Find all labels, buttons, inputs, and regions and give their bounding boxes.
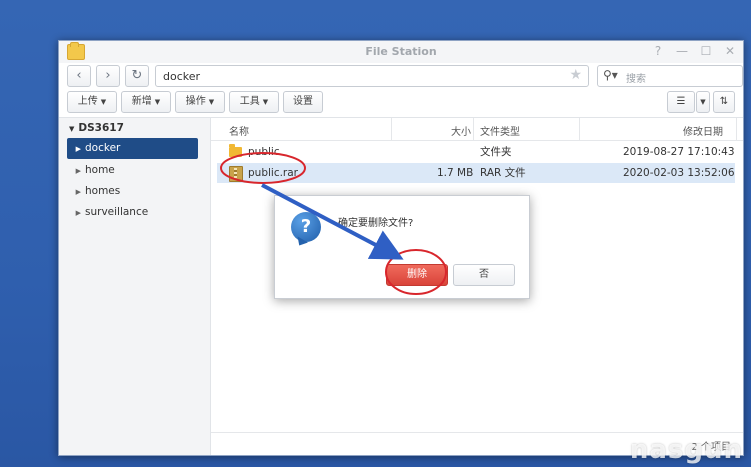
navigation-bar: ‹ › ↻ docker ★ ⚲▾ 搜索 bbox=[67, 65, 743, 87]
help-icon[interactable]: ? bbox=[651, 44, 665, 58]
caret-down-icon: ▼ bbox=[69, 125, 75, 133]
sidebar-item-label: surveillance bbox=[85, 206, 149, 218]
file-type: 文件夹 bbox=[480, 146, 512, 158]
question-icon: ? bbox=[291, 212, 321, 242]
settings-button[interactable]: 设置 bbox=[283, 91, 323, 113]
window-controls: ? — ☐ ✕ bbox=[651, 44, 737, 58]
minimize-icon[interactable]: — bbox=[675, 44, 689, 58]
create-label: 新增 bbox=[131, 96, 152, 107]
column-modified[interactable]: 修改日期 bbox=[683, 123, 723, 138]
file-type: RAR 文件 bbox=[480, 167, 526, 179]
list-view-icon: ☰ bbox=[676, 96, 686, 107]
caret-down-icon: ▼ bbox=[208, 98, 215, 106]
maximize-icon[interactable]: ☐ bbox=[699, 44, 713, 58]
sidebar-item-label: docker bbox=[85, 142, 121, 154]
column-type[interactable]: 文件类型 bbox=[480, 123, 520, 138]
sidebar-item-label: homes bbox=[85, 185, 121, 197]
column-divider[interactable] bbox=[579, 118, 580, 140]
search-input[interactable]: ⚲▾ 搜索 bbox=[597, 65, 743, 87]
caret-right-icon: ▶ bbox=[75, 167, 81, 175]
delete-button[interactable]: 删除 bbox=[386, 264, 448, 286]
caret-right-icon: ▶ bbox=[75, 145, 81, 153]
settings-label: 设置 bbox=[293, 96, 313, 107]
watermark-logo: nasgun bbox=[629, 435, 743, 465]
folder-icon bbox=[229, 144, 242, 157]
caret-right-icon: ▶ bbox=[75, 188, 81, 196]
caret-down-icon: ▼ bbox=[262, 98, 269, 106]
window-title: File Station bbox=[365, 45, 437, 58]
rar-file-icon bbox=[229, 166, 243, 182]
caret-down-icon: ▼ bbox=[154, 98, 161, 106]
sort-button[interactable]: ⇅ bbox=[713, 91, 735, 113]
refresh-icon: ↻ bbox=[131, 68, 143, 83]
column-size[interactable]: 大小 bbox=[451, 123, 471, 138]
cancel-button[interactable]: 否 bbox=[453, 264, 515, 286]
title-bar: File Station ? — ☐ ✕ bbox=[59, 41, 743, 63]
confirm-delete-dialog: ? 确定要删除文件? 删除 否 bbox=[274, 195, 530, 299]
table-row[interactable]: public 文件夹 2019-08-27 17:10:43 bbox=[217, 142, 735, 162]
view-options-button[interactable]: ▼ bbox=[696, 91, 710, 113]
column-divider[interactable] bbox=[473, 118, 474, 140]
caret-down-icon: ▼ bbox=[100, 98, 107, 106]
view-list-button[interactable]: ☰ bbox=[667, 91, 695, 113]
column-divider[interactable] bbox=[391, 118, 392, 140]
tools-button[interactable]: 工具 ▼ bbox=[229, 91, 279, 113]
search-placeholder: 搜索 bbox=[626, 74, 646, 85]
column-divider[interactable] bbox=[736, 118, 737, 140]
create-button[interactable]: 新增 ▼ bbox=[121, 91, 171, 113]
sidebar-item-label: home bbox=[85, 164, 115, 176]
file-name: public.rar bbox=[248, 167, 298, 179]
sidebar-item-docker[interactable]: ▶ docker bbox=[67, 138, 198, 159]
file-list-header: 名称 大小 文件类型 修改日期 bbox=[211, 118, 743, 141]
upload-button[interactable]: 上传 ▼ bbox=[67, 91, 117, 113]
tree-root-label: DS3617 bbox=[78, 122, 124, 134]
caret-right-icon: ▶ bbox=[75, 209, 81, 217]
file-modified: 2019-08-27 17:10:43 bbox=[623, 146, 735, 158]
chevron-left-icon: ‹ bbox=[76, 68, 82, 83]
favorite-star-icon[interactable]: ★ bbox=[569, 67, 582, 83]
sidebar-item-surveillance[interactable]: ▶ surveillance bbox=[67, 202, 198, 223]
folder-tree: ▼ DS3617 ▶ docker ▶ home ▶ homes ▶ surveillan… bbox=[59, 118, 211, 455]
chevron-right-icon: › bbox=[105, 68, 111, 83]
tools-label: 工具 bbox=[239, 96, 260, 107]
refresh-button[interactable]: ↻ bbox=[125, 65, 149, 87]
column-name[interactable]: 名称 bbox=[229, 123, 249, 138]
path-text: docker bbox=[163, 70, 201, 83]
search-icon[interactable]: ⚲▾ bbox=[603, 68, 618, 82]
action-button[interactable]: 操作 ▼ bbox=[175, 91, 225, 113]
table-row[interactable]: public.rar 1.7 MB RAR 文件 2020-02-03 13:5… bbox=[217, 163, 735, 183]
sidebar-item-homes[interactable]: ▶ homes bbox=[67, 181, 198, 202]
file-modified: 2020-02-03 13:52:06 bbox=[623, 167, 735, 179]
forward-button[interactable]: › bbox=[96, 65, 120, 87]
close-icon[interactable]: ✕ bbox=[723, 44, 737, 58]
upload-label: 上传 bbox=[77, 96, 98, 107]
toolbar: 上传 ▼ 新增 ▼ 操作 ▼ 工具 ▼ 设置 ☰ ▼ ⇅ bbox=[67, 91, 735, 113]
dialog-message: 确定要删除文件? bbox=[338, 218, 414, 229]
file-size: 1.7 MB bbox=[437, 167, 474, 179]
back-button[interactable]: ‹ bbox=[67, 65, 91, 87]
path-field[interactable]: docker ★ bbox=[155, 65, 589, 87]
sort-icon: ⇅ bbox=[719, 96, 729, 107]
tree-root-ds3617[interactable]: ▼ DS3617 bbox=[69, 122, 124, 134]
action-label: 操作 bbox=[185, 96, 206, 107]
caret-down-icon: ▼ bbox=[700, 98, 706, 106]
sidebar-item-home[interactable]: ▶ home bbox=[67, 160, 198, 181]
file-name: public bbox=[248, 146, 280, 158]
